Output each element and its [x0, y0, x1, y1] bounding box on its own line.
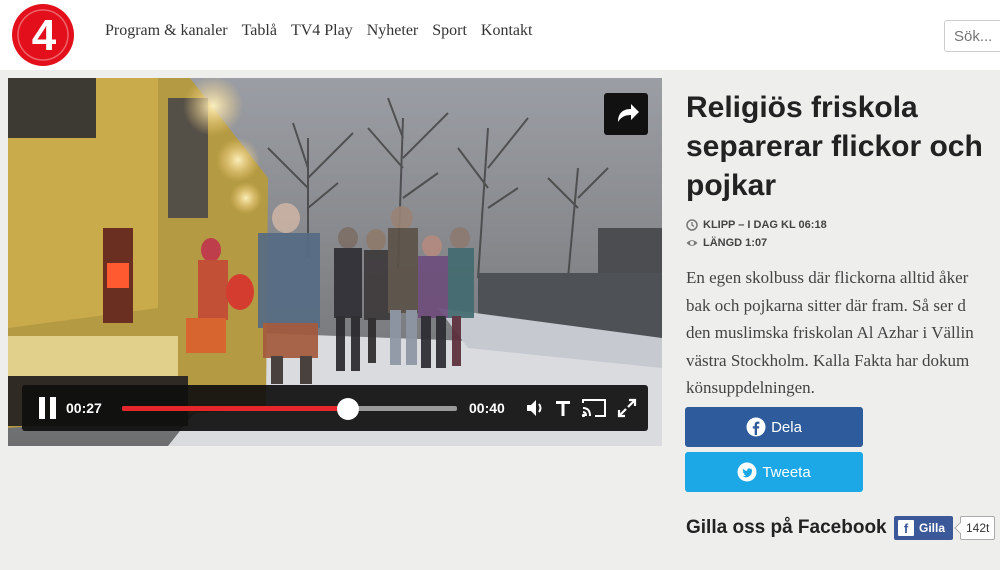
meta-length: LÄNGD 1:07 — [686, 237, 767, 249]
current-time: 00:27 — [66, 400, 102, 416]
share-button[interactable] — [604, 93, 648, 135]
lead-line: En egen skolbuss där flickorna alltid åk… — [686, 268, 969, 287]
lead-line: könsuppdelningen. — [686, 378, 815, 397]
lead-line: den muslimska friskolan Al Azhar i Välli… — [686, 323, 974, 342]
nav-item-kontakt[interactable]: Kontakt — [481, 22, 533, 40]
tv4-logo-graphic: 4 — [12, 4, 74, 66]
nav-item-sport[interactable]: Sport — [432, 22, 467, 40]
pause-icon[interactable] — [39, 397, 57, 419]
nav-item-tv4-play[interactable]: TV4 Play — [291, 22, 353, 40]
lead-line: bak och pojkarna sitter där fram. Så ser… — [686, 295, 966, 315]
like-count: 142t — [960, 516, 996, 540]
share-icon — [618, 104, 639, 122]
progress-handle[interactable] — [337, 398, 360, 420]
main-nav: Program & kanaler Tablå TV4 Play Nyheter… — [105, 22, 546, 40]
duration-time: 00:40 — [469, 400, 505, 416]
meta-length-text: LÄNGD 1:07 — [703, 237, 768, 249]
meta-clip: KLIPP – I DAG KL 06:18 — [686, 219, 827, 231]
twitter-share-button[interactable]: Tweeta — [685, 452, 863, 492]
nav-item-tabla[interactable]: Tablå — [242, 22, 277, 40]
volume-icon[interactable] — [525, 397, 545, 419]
video-player[interactable]: 00:27 00:40 — [8, 78, 662, 446]
fullscreen-icon[interactable] — [616, 397, 638, 419]
article-lead: En egen skolbuss där flickorna alltid åk… — [686, 264, 1000, 402]
meta-clip-text: KLIPP – I DAG KL 06:18 — [703, 219, 827, 231]
top-bar: 4 Program & kanaler Tablå TV4 Play Nyhet… — [0, 0, 1000, 70]
facebook-widget-heading: Gilla oss på Facebook — [686, 517, 887, 538]
eye-icon — [686, 240, 698, 246]
facebook-like-label: Gilla — [919, 521, 946, 535]
twitter-share-label: Tweeta — [762, 463, 811, 481]
subtitles-icon[interactable] — [554, 397, 572, 419]
facebook-icon — [746, 417, 766, 437]
facebook-f-icon: f — [898, 520, 914, 536]
facebook-share-button[interactable]: Dela — [685, 407, 863, 447]
logo-text: 4 — [32, 11, 57, 60]
progress-bar[interactable] — [122, 398, 457, 420]
clock-icon — [686, 219, 698, 231]
facebook-like-button[interactable]: f Gilla — [894, 516, 953, 540]
nav-item-nyheter[interactable]: Nyheter — [367, 22, 419, 40]
article-title: Religiös friskola separerar flickor och … — [686, 91, 983, 202]
cast-icon[interactable] — [580, 397, 608, 419]
facebook-share-label: Dela — [771, 418, 802, 436]
twitter-icon — [737, 462, 757, 482]
nav-item-program-kanaler[interactable]: Program & kanaler — [105, 22, 228, 40]
tv4-logo-icon[interactable]: 4 — [11, 3, 75, 67]
search-input[interactable] — [944, 20, 1000, 52]
progress-fill — [122, 406, 349, 411]
lead-line: västra Stockholm. Kalla Fakta har dokum — [686, 350, 970, 370]
player-controls: 00:27 00:40 — [22, 385, 648, 431]
